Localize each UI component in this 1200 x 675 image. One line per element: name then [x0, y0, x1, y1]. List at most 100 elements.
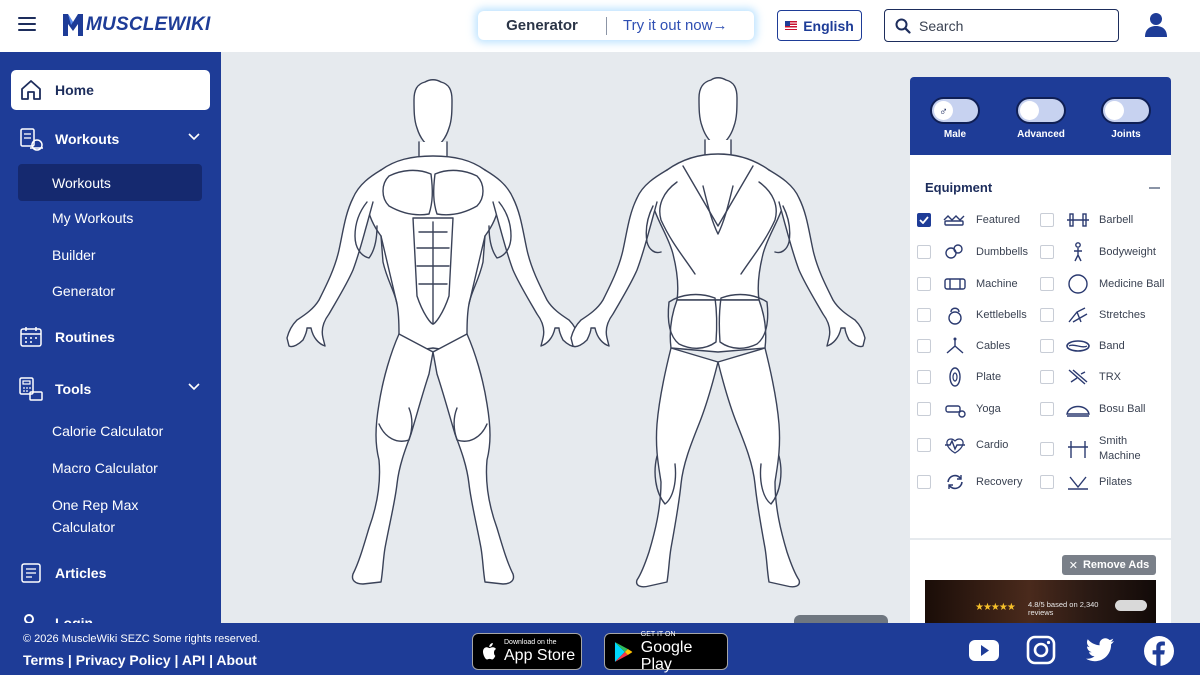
toggle-male[interactable]: ♂ — [930, 97, 980, 124]
equipment-item[interactable]: Cables — [917, 335, 1010, 357]
sidebar-subitem-workouts[interactable]: Workouts — [18, 164, 202, 201]
logo-text: MUSCLEWIKI — [86, 14, 211, 35]
home-icon — [18, 77, 44, 103]
equipment-item[interactable]: Featured — [917, 209, 1020, 231]
equipment-checkbox[interactable] — [1040, 402, 1054, 416]
equipment-item[interactable]: Barbell — [1040, 209, 1133, 231]
equipment-checkbox[interactable] — [917, 277, 931, 291]
ad-banner[interactable]: ★★★★★ 4.8/5 based on 2,340 reviews — [925, 580, 1156, 623]
equipment-item[interactable]: Smith Machine — [1040, 434, 1149, 464]
sidebar-subitem-builder[interactable]: Builder — [18, 247, 202, 263]
sidebar-item-articles[interactable]: Articles — [11, 553, 210, 593]
equipment-item[interactable]: Kettlebells — [917, 304, 1027, 326]
sidebar-subitem-one-rep-max[interactable]: One Rep Max — [18, 497, 202, 513]
logo-mark-icon — [63, 14, 83, 36]
collapse-minus-icon[interactable] — [1149, 187, 1160, 189]
google-play-badge[interactable]: GET IT ON Google Play — [604, 631, 728, 673]
equipment-item[interactable]: Medicine Ball — [1040, 273, 1164, 295]
equipment-checkbox[interactable] — [1040, 213, 1054, 227]
equipment-checkbox[interactable] — [917, 308, 931, 322]
sidebar-subitem-my-workouts[interactable]: My Workouts — [18, 210, 202, 226]
equipment-label: Yoga — [976, 402, 1001, 415]
equipment-item[interactable]: Yoga — [917, 398, 1001, 420]
sidebar-item-login[interactable]: Login — [11, 603, 210, 623]
front-body-figure[interactable] — [286, 79, 580, 585]
about-link[interactable]: About — [216, 652, 256, 668]
equipment-checkbox[interactable] — [917, 402, 931, 416]
app-store-small-text: Download on the — [504, 639, 557, 646]
equipment-checkbox[interactable] — [1040, 339, 1054, 353]
equipment-checkbox[interactable] — [917, 438, 931, 452]
articles-icon — [18, 560, 44, 586]
sidebar-item-label: Login — [55, 615, 94, 623]
user-account-icon[interactable] — [1144, 12, 1168, 38]
equipment-item[interactable]: Band — [1040, 335, 1125, 357]
chevron-down-icon[interactable] — [188, 383, 200, 391]
toggle-advanced[interactable] — [1016, 97, 1066, 124]
bosu-ball-icon — [1065, 398, 1091, 420]
toggle-joints[interactable] — [1101, 97, 1151, 124]
terms-link[interactable]: Terms — [23, 652, 64, 668]
youtube-icon[interactable] — [968, 635, 1000, 665]
equipment-label: Featured — [976, 213, 1021, 226]
api-link[interactable]: API — [182, 652, 205, 668]
language-label: English — [803, 17, 854, 34]
facebook-icon[interactable] — [1143, 635, 1175, 667]
privacy-policy-link[interactable]: Privacy Policy — [76, 652, 171, 668]
chevron-down-icon[interactable] — [188, 133, 200, 141]
equipment-checkbox[interactable] — [1040, 475, 1054, 489]
generator-promo[interactable]: Generator Try it out now→ — [478, 11, 754, 40]
musclewiki-logo[interactable]: MUSCLEWIKI — [62, 12, 210, 38]
remove-ads-button[interactable]: ✕ Remove Ads — [1062, 555, 1156, 575]
sidebar-item-tools[interactable]: Tools — [11, 369, 210, 409]
equipment-item[interactable]: Recovery — [917, 471, 1022, 493]
search-box[interactable] — [884, 9, 1119, 42]
equipment-checkbox[interactable] — [917, 245, 931, 259]
app-store-big-text: App Store — [504, 647, 576, 664]
sidebar-item-routines[interactable]: Routines — [11, 317, 210, 357]
equipment-item[interactable]: Cardio — [917, 434, 1008, 456]
equipment-checkbox[interactable] — [917, 475, 931, 489]
equipment-checkbox[interactable] — [917, 370, 931, 384]
sidebar-subitem-generator[interactable]: Generator — [18, 283, 202, 299]
equipment-label: Kettlebells — [976, 308, 1027, 321]
yoga-icon — [942, 398, 968, 420]
equipment-checkbox[interactable] — [1040, 308, 1054, 322]
equipment-checkbox[interactable] — [1040, 245, 1054, 259]
hamburger-menu-icon[interactable] — [18, 17, 36, 33]
search-input[interactable] — [919, 17, 1099, 34]
equipment-item[interactable]: Bosu Ball — [1040, 398, 1145, 420]
equipment-item[interactable]: Stretches — [1040, 304, 1145, 326]
equipment-item[interactable]: TRX — [1040, 366, 1121, 388]
equipment-checkbox[interactable] — [1040, 277, 1054, 291]
sidebar-item-home[interactable]: Home — [11, 70, 210, 110]
app-store-badge[interactable]: Download on the App Store — [472, 633, 582, 670]
sidebar-subitem-one-rep-max-line2[interactable]: Calculator — [18, 519, 202, 535]
cables-icon — [942, 335, 968, 357]
equipment-item[interactable]: Pilates — [1040, 471, 1132, 493]
tools-icon — [18, 376, 44, 402]
equipment-checkbox[interactable] — [1040, 442, 1054, 456]
equipment-item[interactable]: Plate — [917, 366, 1001, 388]
equipment-checkbox[interactable] — [1040, 370, 1054, 384]
muscle-map-svg — [286, 77, 866, 588]
sidebar-subitem-macro-calculator[interactable]: Macro Calculator — [18, 460, 202, 476]
equipment-checkbox[interactable] — [917, 213, 931, 227]
equipment-item[interactable]: Dumbbells — [917, 241, 1028, 263]
toggle-male-label: Male — [943, 129, 967, 140]
equipment-checkbox[interactable] — [917, 339, 931, 353]
equipment-item[interactable]: Machine — [917, 273, 1018, 295]
sidebar: Home Workouts Workouts My Workouts Build… — [0, 52, 221, 623]
search-icon — [895, 18, 911, 34]
back-body-figure[interactable] — [570, 77, 866, 588]
equipment-label: TRX — [1099, 370, 1121, 383]
instagram-icon[interactable] — [1026, 635, 1056, 665]
equipment-item[interactable]: Bodyweight — [1040, 241, 1156, 263]
sidebar-subitem-calorie-calculator[interactable]: Calorie Calculator — [18, 423, 202, 439]
equipment-title: Equipment — [925, 180, 993, 195]
language-selector[interactable]: English — [777, 10, 862, 41]
sidebar-item-workouts[interactable]: Workouts — [11, 119, 210, 159]
try-it-out-link[interactable]: Try it out now→ — [607, 17, 727, 34]
twitter-icon[interactable] — [1084, 635, 1116, 665]
ad-rating-text: 4.8/5 based on 2,340 reviews — [1028, 600, 1099, 617]
